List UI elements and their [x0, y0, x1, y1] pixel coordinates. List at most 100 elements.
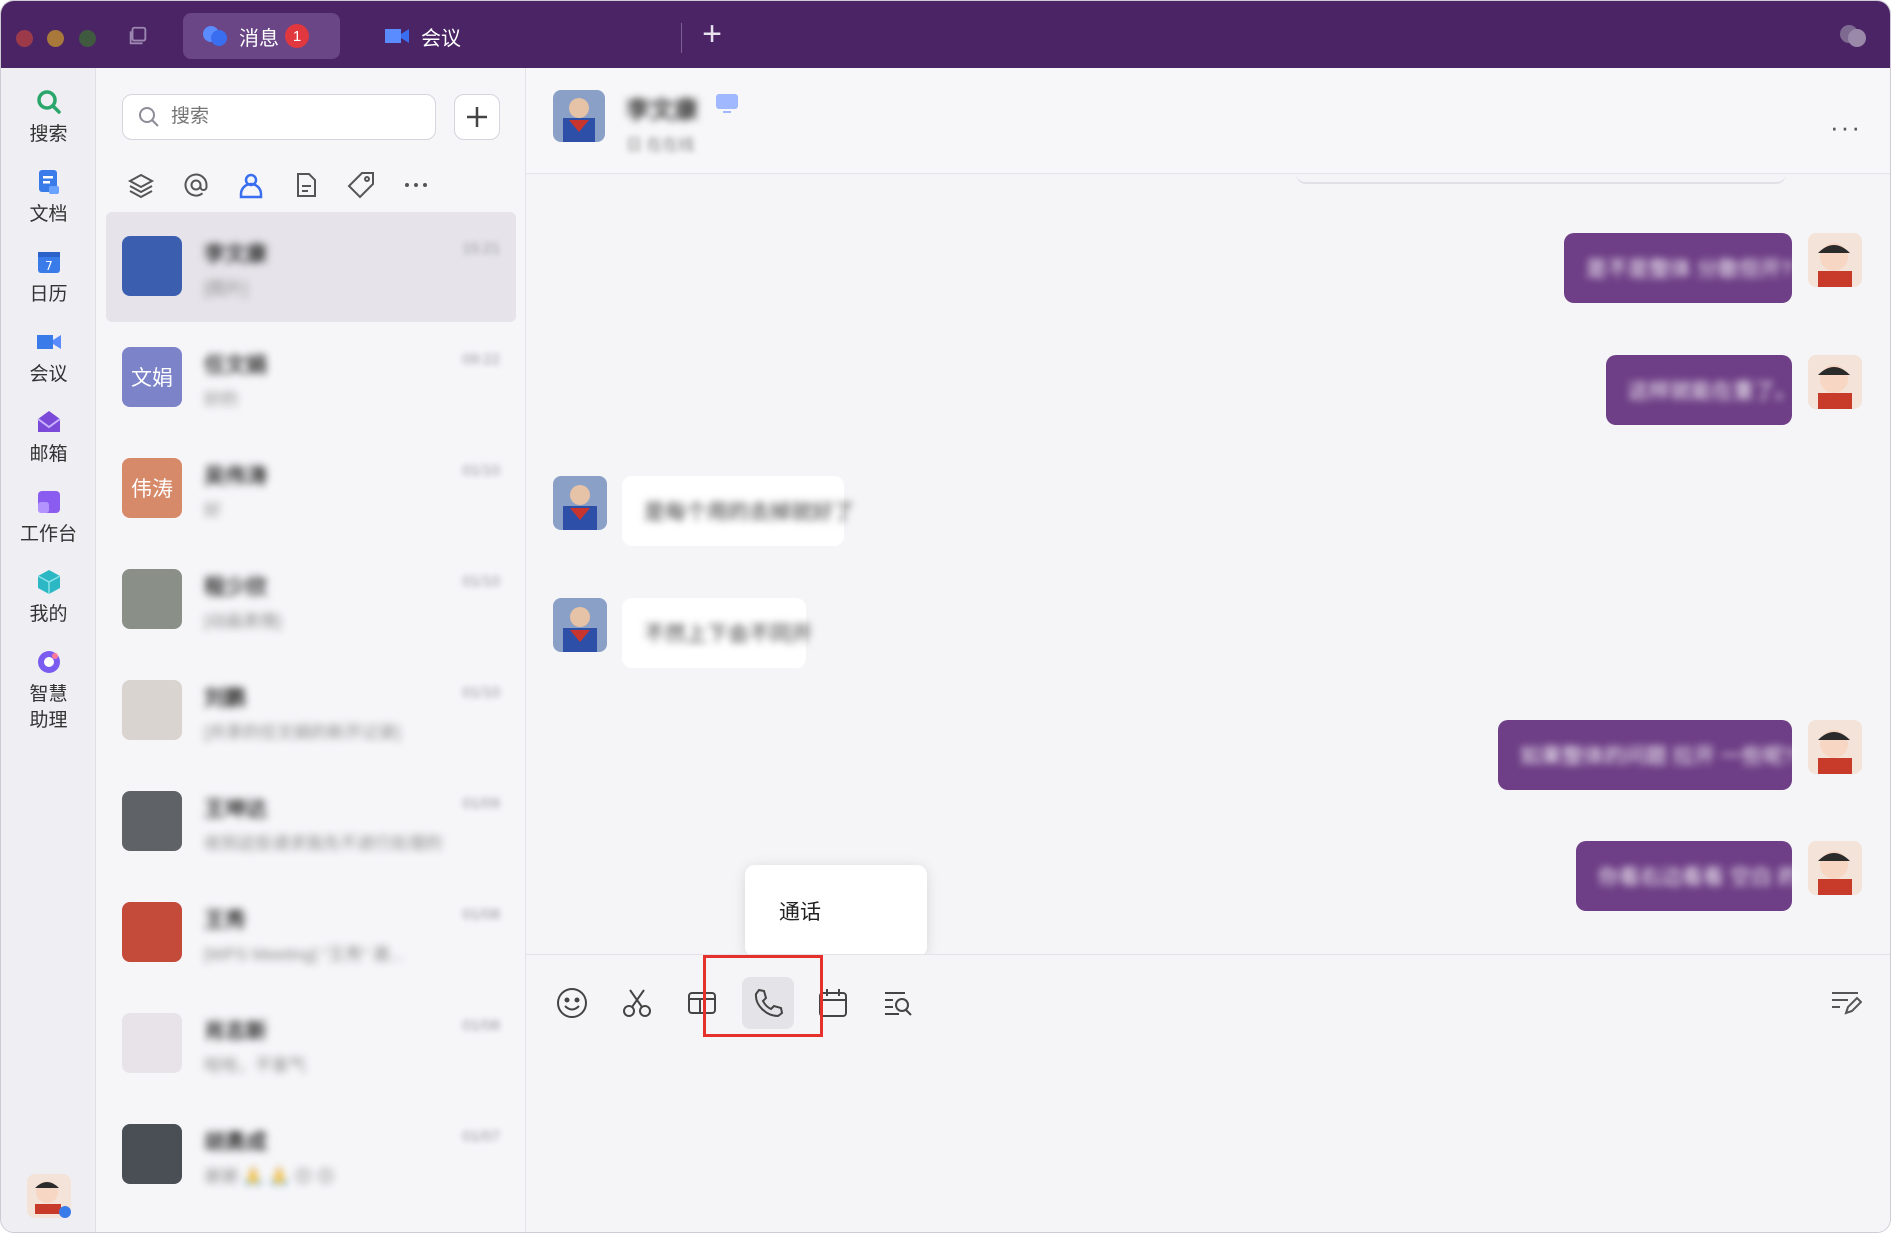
conversation-list-panel: 李文康 [图片] 15:21 文娟 任文娟好的 09:22 伟涛 吴伟涛好 01/10 程少欣 [动…	[96, 68, 526, 1232]
search-icon	[36, 90, 61, 114]
layers-icon[interactable]	[126, 170, 156, 200]
incoming-message[interactable]: 是每个用的去掉就好了	[622, 476, 854, 546]
emoji-icon	[557, 988, 587, 1018]
contact-avatar[interactable]	[553, 90, 605, 142]
text-format-icon[interactable]	[1828, 985, 1862, 1019]
calendar-icon: 7	[37, 252, 60, 273]
emoji-button[interactable]	[546, 977, 598, 1029]
rail-item-workspace[interactable]: 工作台	[1, 488, 96, 548]
conversation-time: 01/08	[462, 1017, 500, 1034]
conversation-preview: 好	[204, 501, 221, 520]
conversation-item[interactable]: 程少欣 [动画表情] 01/10	[106, 545, 516, 655]
unread-badge: 1	[285, 24, 309, 48]
conversation-time: 01/10	[462, 684, 500, 701]
new-tab-button[interactable]: +	[698, 17, 726, 51]
more-options-button[interactable]: ···	[1830, 112, 1862, 143]
conversation-preview: [共享的任文娟的新开记录]	[204, 723, 401, 742]
verified-icon	[716, 94, 738, 113]
tab-meeting[interactable]: 会议	[365, 13, 479, 59]
conversation-item[interactable]: 伟涛 吴伟涛好 01/10	[106, 434, 516, 544]
message-text: 这样就能在重了。	[1628, 380, 1796, 403]
call-popup[interactable]: 通话	[745, 865, 927, 957]
search-input[interactable]	[171, 106, 401, 128]
chat-status-icon[interactable]	[1838, 23, 1868, 49]
rail-item-assistant[interactable]: 智慧 助理	[1, 648, 96, 734]
my-avatar[interactable]	[1808, 720, 1862, 774]
tab-messages[interactable]: 消息 1	[183, 13, 340, 59]
conversation-item[interactable]: 胡勇成谢谢 🙏 🙏 😊 😊 01/07	[106, 1100, 516, 1210]
maximize-window-button[interactable]	[79, 30, 96, 47]
my-avatar[interactable]	[1808, 355, 1862, 409]
contact-message-avatar[interactable]	[553, 598, 607, 652]
add-button[interactable]	[454, 94, 500, 140]
rail-label-mine: 我的	[29, 604, 68, 625]
conversation-preview: 哈哈，不客气	[204, 1056, 306, 1075]
outgoing-message[interactable]: 是不是整体 分散但开?	[1564, 233, 1793, 303]
app-window: 消息 1 会议 + 搜索 文档 7 日历 会议 邮箱 工作台 我的 智慧 助理 …	[0, 0, 1891, 1233]
conversation-preview: 收到这些请求我先不进行处理的可以...	[204, 834, 444, 853]
rail-item-docs[interactable]: 文档	[1, 168, 96, 228]
rail-label-meeting: 会议	[29, 364, 68, 385]
history-search-button[interactable]	[872, 977, 924, 1029]
conversation-avatar	[122, 569, 182, 629]
rail-item-search[interactable]: 搜索	[1, 88, 96, 148]
conversation-item[interactable]: 李文康 [图片] 15:21	[106, 212, 516, 322]
tag-icon[interactable]	[346, 170, 376, 200]
outgoing-message[interactable]: 你看右边看看 空白 的	[1576, 841, 1799, 911]
conversation-avatar	[122, 236, 182, 296]
title-bar: 消息 1 会议 +	[1, 1, 1890, 68]
incoming-message[interactable]: 不然上下会不同开	[622, 598, 812, 668]
rail-item-meeting[interactable]: 会议	[1, 328, 96, 388]
conversation-avatar: 伟涛	[122, 458, 182, 518]
conversation-time: 01/10	[462, 573, 500, 590]
conversation-preview: [图片]	[204, 279, 248, 298]
person-icon[interactable]	[236, 170, 266, 200]
rail-label-mail: 邮箱	[29, 444, 68, 465]
conversation-item[interactable]: 刘鹏 [共享的任文娟的新开记录] 01/10	[106, 656, 516, 766]
cube-icon	[37, 570, 60, 594]
conversation-time: 01/09	[462, 795, 500, 812]
conversation-name: 王秀	[204, 909, 246, 932]
video-camera-icon	[385, 29, 409, 43]
call-popup-label: 通话	[779, 901, 821, 924]
conversation-item[interactable]: 王坤达收到这些请求我先不进行处理的可以... 01/09	[106, 767, 516, 877]
window-switch-icon[interactable]	[127, 25, 149, 47]
rail-item-mail[interactable]: 邮箱	[1, 408, 96, 468]
conversation-time: 01/10	[462, 462, 500, 479]
rail-item-calendar[interactable]: 7 日历	[1, 248, 96, 308]
workspace-icon	[37, 491, 60, 513]
rail-item-mine[interactable]: 我的	[1, 568, 96, 628]
rail-label-workspace: 工作台	[19, 524, 77, 545]
conversation-preview: 谢谢 🙏 🙏 😊 😊	[204, 1167, 335, 1186]
user-avatar[interactable]	[27, 1174, 71, 1218]
conversation-item[interactable]: 王秀 [WPS Meeting] "王秀" 邀... 01/08	[106, 878, 516, 988]
conversation-avatar: 文娟	[122, 347, 182, 407]
file-icon[interactable]	[291, 170, 321, 200]
conversation-time: 15:21	[462, 240, 500, 257]
search-box[interactable]	[122, 94, 436, 140]
conversation-avatar	[122, 1124, 182, 1184]
conversation-avatar	[122, 680, 182, 740]
svg-text:7: 7	[45, 259, 53, 273]
more-icon[interactable]	[401, 170, 431, 200]
conversation-avatar	[122, 791, 182, 851]
screenshot-button[interactable]	[611, 977, 663, 1029]
conversation-item[interactable]: 文娟 任文娟 好的 09:22	[106, 323, 516, 433]
conversation-name: 胡勇成	[204, 1131, 267, 1154]
conversation-item[interactable]: 肖志新哈哈，不客气 01/08	[106, 989, 516, 1099]
close-window-button[interactable]	[16, 30, 33, 47]
my-avatar[interactable]	[1808, 841, 1862, 895]
my-avatar[interactable]	[1808, 233, 1862, 287]
plus-icon	[467, 107, 487, 127]
conversation-name: 王坤达	[204, 798, 267, 821]
outgoing-message[interactable]: 如果整体的问题 拉开 一些呢?	[1498, 720, 1795, 790]
outgoing-message[interactable]: 这样就能在重了。	[1606, 355, 1796, 425]
at-icon[interactable]	[181, 170, 211, 200]
conversation-name: 肖志新	[204, 1020, 267, 1043]
conversation-name: 李文康	[204, 243, 267, 266]
video-camera-icon	[36, 335, 61, 349]
contact-message-avatar[interactable]	[553, 476, 607, 530]
conversation-time: 01/07	[462, 1128, 500, 1145]
minimize-window-button[interactable]	[47, 30, 64, 47]
conversation-name: 任文娟	[204, 354, 267, 377]
